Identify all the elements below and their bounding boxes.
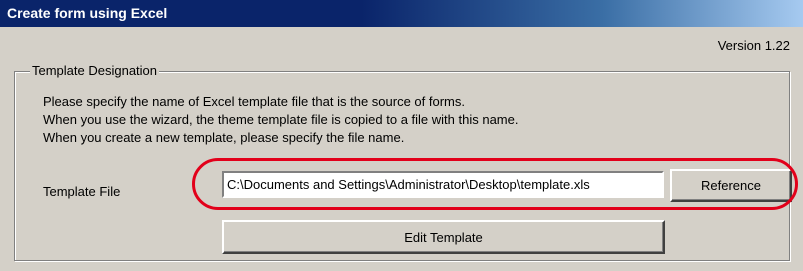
template-file-input[interactable]	[222, 171, 664, 198]
title-bar: Create form using Excel	[0, 0, 803, 27]
template-file-label: Template File	[43, 184, 121, 199]
group-legend: Template Designation	[30, 63, 160, 78]
description-line: Please specify the name of Excel templat…	[43, 94, 465, 109]
description-line: When you create a new template, please s…	[43, 130, 405, 145]
create-form-dialog: Create form using Excel Version 1.22 Tem…	[0, 0, 803, 271]
version-label: Version 1.22	[717, 38, 790, 53]
reference-button[interactable]: Reference	[670, 169, 792, 202]
window-title: Create form using Excel	[7, 5, 168, 21]
edit-template-button[interactable]: Edit Template	[222, 220, 665, 254]
description-line: When you use the wizard, the theme templ…	[43, 112, 519, 127]
